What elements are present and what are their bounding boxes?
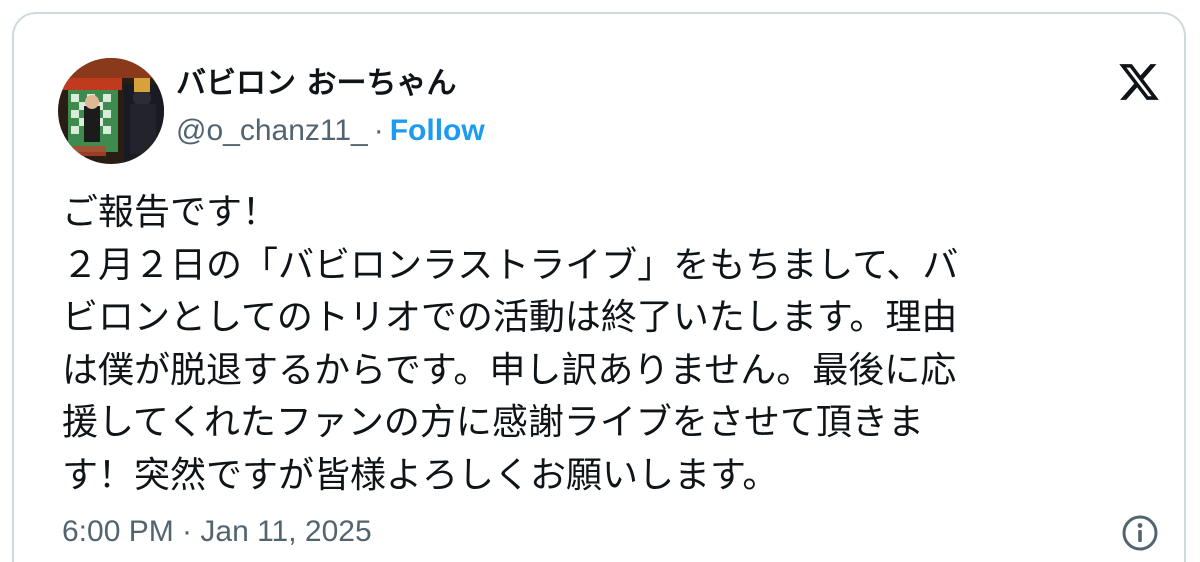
profile-photo-icon — [58, 58, 164, 164]
tweet-text-line: 援してくれたファンの方に感謝ライブをさせて頂きま — [62, 402, 924, 443]
user-handle[interactable]: @o_chanz11_ — [176, 114, 368, 147]
tweet-text-line: す！突然ですが皆様よろしくお願いします。 — [62, 454, 779, 496]
tweet-text: ご報告です！ ２月２日の「バビロンラストライブ」をもちまして、バ ビロンとしての… — [62, 187, 1152, 502]
separator-dot: · — [373, 114, 384, 147]
display-name[interactable]: バビロン おーちゃん — [176, 64, 456, 104]
tweet-text-line: ２月２日の「バビロンラストライブ」をもちまして、バ — [62, 244, 959, 286]
info-icon[interactable] — [1121, 514, 1159, 552]
tweet-text-line: ビロンとしてのトリオでの活動は終了いたします。理由 — [62, 297, 958, 338]
x-logo-icon[interactable] — [1116, 60, 1162, 104]
avatar[interactable] — [58, 58, 164, 164]
tweet-card: バビロン おーちゃん @o_chanz11_ · Follow ご報告です！ ２月２… — [12, 12, 1186, 562]
follow-button[interactable]: Follow — [390, 114, 485, 147]
tweet-text-line: ご報告です！ — [62, 192, 279, 233]
tweet-text-line: は僕が脱退するからです。申し訳ありません。最後に応 — [62, 349, 957, 391]
tweet-timestamp[interactable]: 6:00 PM · Jan 11, 2025 — [62, 514, 372, 550]
handle-row: @o_chanz11_ · Follow — [176, 113, 485, 149]
